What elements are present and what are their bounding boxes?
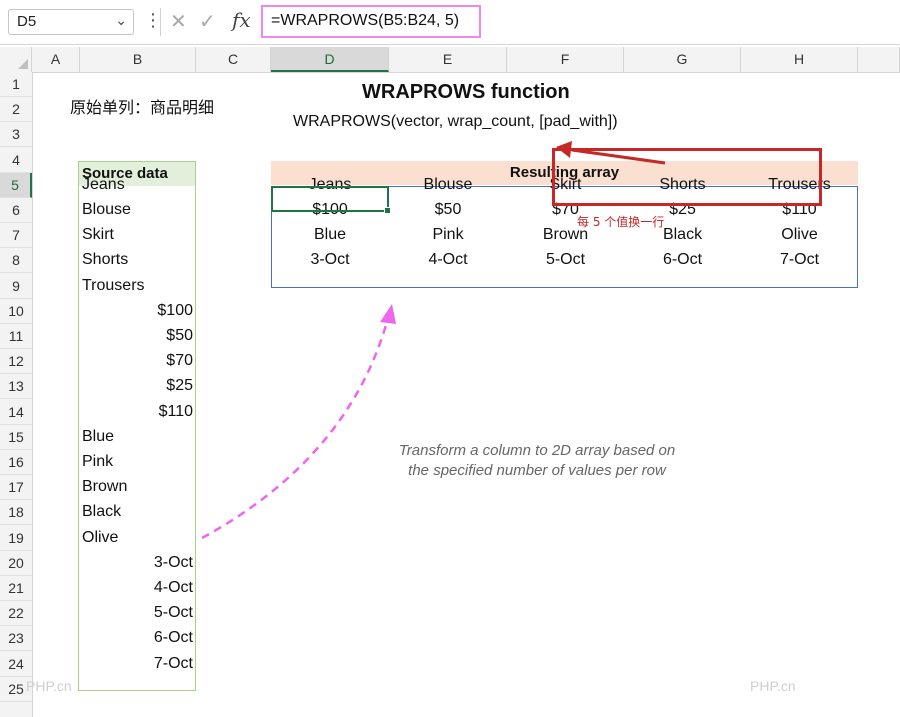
red-arrow-head (556, 141, 572, 158)
red-arrow-line (571, 148, 666, 165)
annotation-text: 每 5 个值换一行 (577, 215, 665, 229)
red-annotation-arrow (556, 141, 666, 165)
watermark-right: PHP.cn (750, 678, 796, 694)
excel-window: D5 ⌄ ⋮ ✕ ✓ fx =WRAPROWS(B5:B24, 5) ABCDE… (0, 0, 900, 717)
watermark-left: PHP.cn (26, 678, 72, 694)
